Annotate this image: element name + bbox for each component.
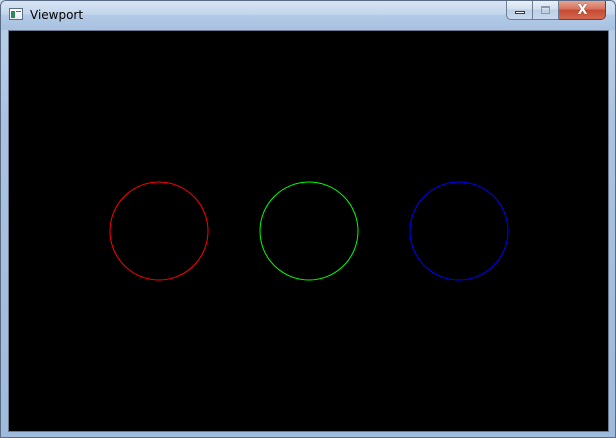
green-circle xyxy=(259,181,359,281)
viewport-canvas xyxy=(109,181,509,281)
caption-buttons: X xyxy=(506,1,608,21)
blue-circle xyxy=(409,181,509,281)
red-circle xyxy=(109,181,209,281)
maximize-button[interactable] xyxy=(533,1,559,20)
app-icon[interactable] xyxy=(9,8,23,20)
close-button[interactable]: X xyxy=(559,1,606,20)
window-title: Viewport xyxy=(30,8,84,22)
maximize-icon xyxy=(541,6,550,14)
title-bar[interactable]: Viewport X xyxy=(1,1,615,30)
viewport-window: Viewport X xyxy=(0,0,616,438)
close-icon: X xyxy=(577,3,588,18)
render-viewport[interactable] xyxy=(8,30,609,432)
minimize-button[interactable] xyxy=(506,1,533,20)
minimize-icon xyxy=(515,11,525,14)
